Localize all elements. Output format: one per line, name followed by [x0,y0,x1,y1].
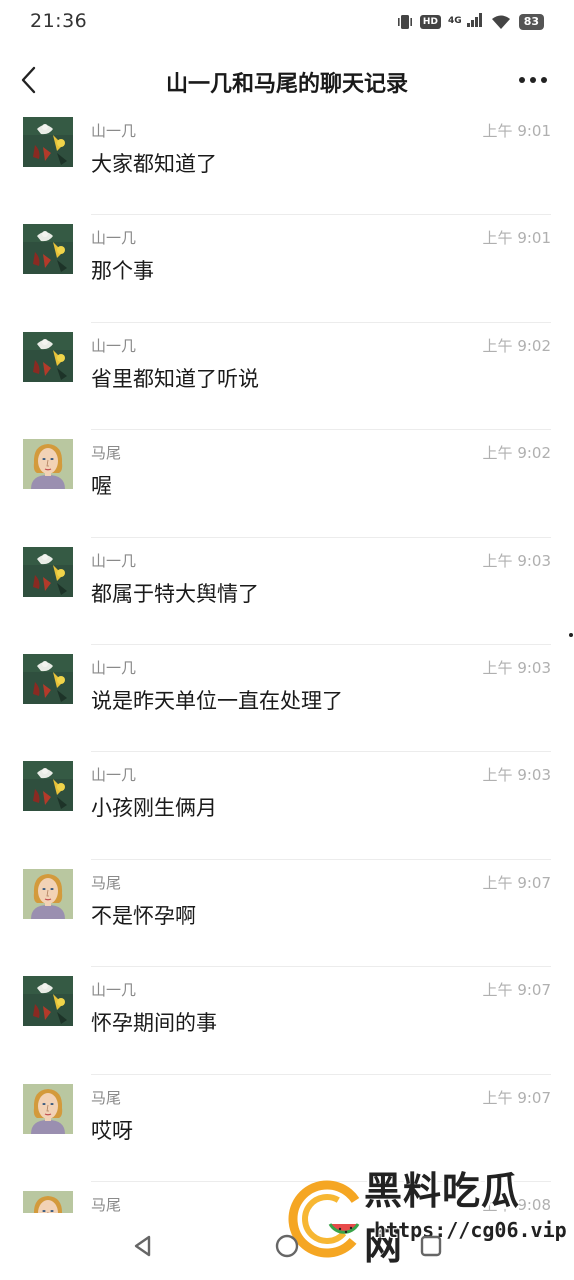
chat-message-row[interactable]: 马尾 上午 9:07 不是怀孕啊 [0,860,574,968]
sender-name: 山一几 [91,766,137,785]
sender-name: 马尾 [91,873,122,892]
avatar-portrait[interactable] [23,439,73,490]
battery-indicator: 83 [518,13,544,30]
sender-name: 马尾 [91,1195,122,1213]
message-time: 上午 9:03 [482,658,551,677]
nav-recent-apps-button[interactable] [418,1233,444,1263]
message-time: 上午 9:01 [482,229,551,248]
message-text: 那个事 [91,259,154,284]
chat-message-row[interactable]: 山一几 上午 9:01 那个事 [0,215,574,323]
chat-message-row[interactable]: 马尾 上午 9:02 喔 [0,430,574,538]
sender-name: 马尾 [91,444,122,463]
page-title: 山一几和马尾的聊天记录 [165,72,408,97]
message-text: 哎呀 [91,1118,133,1143]
avatar-artwork[interactable] [23,117,73,167]
chat-message-row[interactable]: 山一几 上午 9:01 大家都知道了 [0,108,574,216]
sender-name: 山一几 [91,229,137,248]
nav-home-button[interactable] [274,1233,300,1263]
sender-name: 山一几 [91,658,137,677]
status-icons: HD 4G 83 [397,12,544,31]
avatar-artwork[interactable] [23,546,73,597]
chat-record-list[interactable]: 山一几 上午 9:01 大家都知道了 山一几 上午 9:01 那个事 山一几 上午 9:0… [0,108,574,1213]
sender-name: 山一几 [91,981,137,1000]
chat-message-row[interactable]: 山一几 上午 9:03 说是昨天单位一直在处理了 [0,645,574,753]
chat-message-row[interactable]: 山一几 上午 9:03 小孩刚生俩月 [0,752,574,860]
more-dots-icon [519,77,547,83]
avatar-artwork[interactable] [23,224,73,275]
chat-message-row[interactable]: 山一几 上午 9:03 都属于特大舆情了 [0,538,574,645]
chat-message-row[interactable]: 山一几 上午 9:07 怀孕期间的事 [0,967,574,1075]
hd-badge: HD [419,14,441,29]
sender-name: 马尾 [91,1088,122,1107]
message-text: 喔 [91,474,112,499]
avatar-artwork[interactable] [23,761,73,812]
avatar-portrait[interactable] [23,1083,73,1134]
message-time: 上午 9:02 [482,444,551,463]
more-options-button[interactable] [516,66,550,94]
nav-back-button[interactable] [130,1233,156,1263]
message-text: 大家都知道了 [91,152,217,176]
message-text: 都属于特大舆情了 [91,581,259,606]
status-time: 21:36 [30,10,88,32]
sender-name: 山一几 [91,551,137,570]
message-text: 小孩刚生俩月 [91,796,217,821]
message-text: 怀孕期间的事 [91,1011,217,1036]
chat-message-row[interactable]: 山一几 上午 9:02 省里都知道了听说 [0,323,574,431]
avatar-artwork[interactable] [23,653,73,704]
avatar-portrait[interactable] [23,868,73,919]
wifi-icon [491,15,510,29]
triangle-back-icon [134,1235,151,1257]
system-navigation-bar [0,1213,574,1280]
circle-home-icon [275,1234,299,1258]
avatar-portrait[interactable] [23,1190,73,1213]
signal-icon: 4G [448,12,483,31]
message-time: 上午 9:07 [482,873,551,892]
message-time: 上午 9:07 [482,1088,551,1107]
avatar-artwork[interactable] [23,331,73,382]
scroll-indicator [569,633,573,637]
message-time: 上午 9:02 [482,336,551,355]
sender-name: 山一几 [91,336,137,355]
status-bar: 21:36 HD 4G 83 [0,0,574,44]
chat-history-header: 山一几和马尾的聊天记录 [0,54,574,108]
message-time: 上午 9:01 [482,122,551,140]
signal-bars-icon [466,13,482,27]
message-time: 上午 9:03 [482,551,551,570]
message-text: 说是昨天单位一直在处理了 [91,688,343,713]
message-time: 上午 9:03 [482,766,551,785]
message-text: 不是怀孕啊 [91,903,196,928]
square-recent-icon [420,1235,442,1257]
message-text: 省里都知道了听说 [91,366,259,391]
sender-name: 山一几 [91,122,137,140]
vibrate-icon [397,14,412,29]
network-label: 4G [447,16,462,26]
avatar-artwork[interactable] [23,976,73,1027]
message-time: 上午 9:07 [482,981,551,1000]
